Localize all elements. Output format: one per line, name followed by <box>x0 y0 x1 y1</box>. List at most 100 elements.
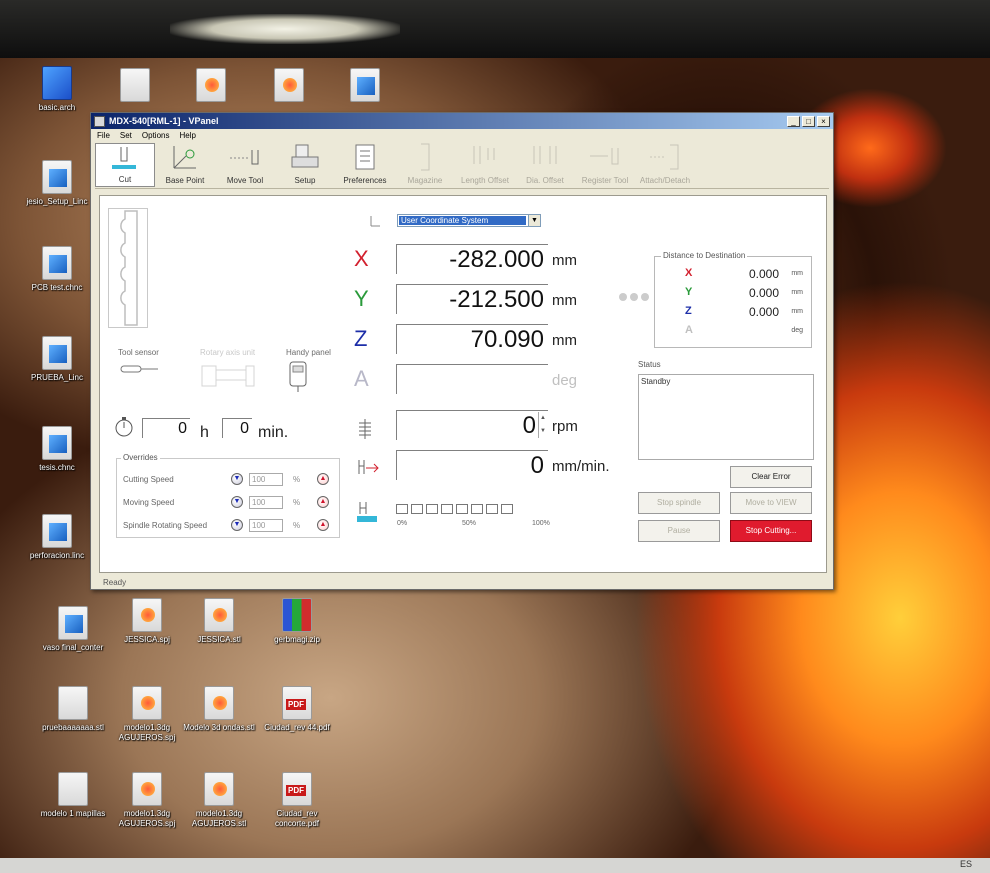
doc-file-icon <box>58 686 88 720</box>
spindle-spinner[interactable]: ▲ ▼ <box>538 412 547 438</box>
tool-profile-graphic <box>120 210 138 326</box>
coordinate-icon <box>368 214 382 228</box>
feed-rate-unit: mm/min. <box>552 458 610 475</box>
register-tool-icon <box>575 143 635 171</box>
progress-segment <box>426 504 438 514</box>
status-text: Standby <box>641 377 671 386</box>
close-button[interactable]: × <box>817 115 830 127</box>
axis-a-unit: deg <box>552 372 578 389</box>
toolbar-label: Dia. Offset <box>526 176 564 185</box>
desktop-icon[interactable]: perforacion.linc <box>14 514 100 561</box>
cut-icon <box>96 144 154 172</box>
distance-axis-label: Z <box>685 305 692 317</box>
axis-a-value <box>396 364 548 394</box>
desktop-icon[interactable] <box>322 68 408 105</box>
desktop-icon[interactable] <box>246 68 332 105</box>
cube-file-icon <box>42 66 72 100</box>
app-icon <box>94 115 105 127</box>
desktop-icon-label: Ciudad_rev concorte.pdf <box>274 809 320 828</box>
desktop-icon[interactable]: Ciudad_rev concorte.pdf <box>254 772 340 829</box>
stop-spindle-button[interactable]: Stop spindle <box>638 492 720 514</box>
monitor-bezel-top <box>0 0 990 58</box>
override-value: 100 <box>249 519 283 532</box>
override-row: Moving Speed ▼ 100% ▲ <box>123 496 337 510</box>
increase-icon[interactable]: ▲ <box>317 473 329 485</box>
magazine-icon <box>395 143 455 171</box>
decrease-icon[interactable]: ▼ <box>231 496 243 508</box>
desktop-icon[interactable] <box>92 68 178 105</box>
stl-file-icon <box>132 772 162 806</box>
vpanel-window: MDX-540[RML-1] - VPanel _ □ × File Set O… <box>90 112 834 590</box>
desktop-icon[interactable]: modelo1.3dg AGUJEROS.stl <box>176 772 262 829</box>
override-name: Moving Speed <box>123 498 175 507</box>
desktop-icon[interactable] <box>168 68 254 105</box>
distance-row-y: Y 0.000 mm <box>685 286 809 302</box>
chevron-down-icon[interactable]: ▼ <box>528 215 540 226</box>
move-to-view-button[interactable]: Move to VIEW <box>730 492 812 514</box>
menu-options[interactable]: Options <box>142 129 170 142</box>
spindle-speed-field[interactable]: 0 <box>396 410 548 440</box>
increase-icon[interactable]: ▲ <box>317 519 329 531</box>
increase-icon[interactable]: ▲ <box>317 496 329 508</box>
menu-file[interactable]: File <box>97 129 110 142</box>
cutting-progress <box>396 504 513 514</box>
progress-label-50: 50% <box>462 520 477 527</box>
desktop-icon-label: JESSICA.stl <box>197 635 241 644</box>
decrease-icon[interactable]: ▼ <box>231 519 243 531</box>
toolbar-button-dia-offset[interactable]: Dia. Offset <box>515 143 575 187</box>
axis-y-value: -212.500 <box>396 284 548 314</box>
axis-z-letter: Z <box>354 326 368 351</box>
spin-up-icon[interactable]: ▲ <box>539 412 547 425</box>
distance-value: 0.000 <box>748 305 779 319</box>
toolbar-label: Cut <box>118 175 132 184</box>
decrease-icon[interactable]: ▼ <box>231 473 243 485</box>
clear-error-button[interactable]: Clear Error <box>730 466 812 488</box>
distance-row-a: Adeg <box>685 324 809 340</box>
desktop-icon[interactable]: PCB test.chnc <box>14 246 100 293</box>
desktop-icon[interactable]: JESSICA.stl <box>176 598 262 645</box>
toolbar-button-attach-detach[interactable]: Attach/Detach <box>635 143 695 187</box>
stl-file-icon <box>204 598 234 632</box>
stl-file-icon <box>132 686 162 720</box>
minimize-button[interactable]: _ <box>787 115 800 127</box>
pause-button[interactable]: Pause <box>638 520 720 542</box>
desktop-icon[interactable]: jesio_Setup_Linc <box>14 160 100 207</box>
progress-segment <box>396 504 408 514</box>
stop-cutting-button[interactable]: Stop Cutting... <box>730 520 812 542</box>
progress-segment <box>456 504 468 514</box>
toolbar-button-setup[interactable]: Setup <box>275 143 335 187</box>
desktop-icon[interactable]: tesis.chnc <box>14 426 100 473</box>
axis-z-unit: mm <box>552 332 577 349</box>
stl-file-icon <box>204 686 234 720</box>
toolbar-button-register-tool[interactable]: Register Tool <box>575 143 635 187</box>
desktop-icon[interactable]: Modelo 3d ondas.stl <box>176 686 262 733</box>
override-value: 100 <box>249 473 283 486</box>
toolbar-button-magazine[interactable]: Magazine <box>395 143 455 187</box>
doc-file-icon <box>58 772 88 806</box>
title-bar[interactable]: MDX-540[RML-1] - VPanel _ □ × <box>91 113 833 129</box>
desktop-icon[interactable]: Ciudad_rev 44.pdf <box>254 686 340 733</box>
toolbar-button-cut[interactable]: Cut <box>95 143 155 187</box>
menu-help[interactable]: Help <box>179 129 195 142</box>
desktop-icon[interactable]: gerbmagi.zip <box>254 598 340 645</box>
menu-set[interactable]: Set <box>120 129 132 142</box>
desktop-icon-label: Ciudad_rev 44.pdf <box>264 723 330 732</box>
maximize-button[interactable]: □ <box>802 115 815 127</box>
toolbar-button-base-point[interactable]: Base Point <box>155 143 215 187</box>
axis-x-unit: mm <box>552 252 577 269</box>
override-row: Cutting Speed ▼ 100% ▲ <box>123 473 337 487</box>
zip-file-icon <box>282 598 312 632</box>
desktop-icon[interactable]: PRUEBA_Linc <box>14 336 100 383</box>
tray-language[interactable]: ES <box>960 859 972 869</box>
coordinate-system-select[interactable]: User Coordinate System ▼ <box>397 214 541 227</box>
desktop-icon-label: tesis.chnc <box>39 463 75 472</box>
rotary-axis-icon <box>200 360 260 390</box>
toolbar-button-move-tool[interactable]: Move Tool <box>215 143 275 187</box>
toolbar-label: Length Offset <box>461 176 509 185</box>
toolbar-button-preferences[interactable]: Preferences <box>335 143 395 187</box>
desktop-icon[interactable]: basic.arch <box>14 66 100 113</box>
spin-down-icon[interactable]: ▼ <box>539 425 547 438</box>
setup-icon <box>275 143 335 171</box>
toolbar-button-length-offset[interactable]: Length Offset <box>455 143 515 187</box>
stl-file-icon <box>274 68 304 102</box>
